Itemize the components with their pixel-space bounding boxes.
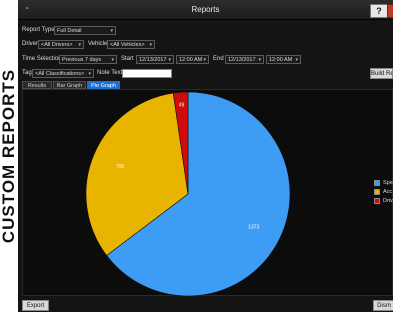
driver-value: <All Drivers> (41, 42, 73, 48)
chevron-down-icon: ▾ (78, 42, 81, 48)
end-label: End (213, 56, 224, 62)
side-banner: CUSTOM REPORTS (0, 0, 18, 312)
start-label: Start (121, 56, 134, 62)
time-selection-select[interactable]: Previous 7 days ▾ (59, 55, 117, 64)
dismiss-button[interactable]: Dism (373, 300, 393, 311)
pie-value-label: 700 (116, 164, 125, 170)
build-report-button[interactable]: Build Re (370, 68, 393, 79)
pie-value-label: 49 (179, 102, 185, 108)
note-text-input[interactable] (122, 69, 172, 78)
time-selection-label: Time Selection (22, 56, 62, 62)
side-banner-text: CUSTOM REPORTS (0, 68, 18, 244)
tab-pie-graph[interactable]: Pie Graph (87, 81, 120, 89)
export-button[interactable]: Export (22, 300, 49, 311)
driver-label: Driver (22, 41, 38, 47)
note-text-label: Note Text (97, 70, 123, 76)
legend-label: Spe (383, 180, 393, 186)
end-time-value: 12:00 AM (269, 57, 293, 63)
legend-swatch (374, 198, 380, 204)
window-title: Reports (191, 5, 220, 14)
chevron-down-icon: ▾ (88, 71, 91, 77)
title-bar: ◔ Reports ? (18, 0, 393, 20)
driver-select[interactable]: <All Drivers> ▾ (38, 40, 84, 49)
report-type-value: Full Detail (57, 28, 82, 34)
pie-value-label: 1373 (248, 225, 259, 231)
end-time-select[interactable]: 12:00 AM ▾ (266, 55, 301, 64)
chevron-down-icon: ▾ (149, 42, 152, 48)
report-type-select[interactable]: Full Detail ▾ (54, 26, 116, 35)
start-date-value: 12/13/2017 (139, 57, 167, 63)
chevron-down-icon: ▾ (111, 57, 114, 63)
chevron-down-icon: ▾ (203, 57, 206, 63)
vehicle-value: <All Vehicles> (110, 42, 145, 48)
legend-label: Driv (383, 198, 393, 204)
tag-value: <All Classifications> (35, 71, 85, 77)
report-type-label: Report Type (22, 27, 55, 33)
end-date-value: 12/13/2017 (228, 57, 256, 63)
vehicle-label: Vehicle (88, 41, 108, 47)
tag-label: Tag (22, 70, 32, 76)
tab-bar-graph[interactable]: Bar Graph (53, 81, 86, 89)
chevron-down-icon: ▾ (110, 28, 113, 34)
tab-results[interactable]: Results (22, 81, 52, 89)
start-date-select[interactable]: 12/13/2017 ▾ (136, 55, 174, 64)
chevron-down-icon: ▾ (168, 57, 171, 63)
close-button[interactable] (387, 4, 393, 18)
start-time-value: 12:00 AM (179, 57, 203, 63)
legend-swatch (374, 189, 380, 195)
reports-window: ◔ Reports ? Report Type Full Detail ▾ Dr… (18, 0, 393, 312)
pie-chart: 1373 700 49 (85, 91, 291, 297)
legend-swatch (374, 180, 380, 186)
start-time-select[interactable]: 12:00 AM ▾ (176, 55, 209, 64)
legend-label: Acc (383, 189, 393, 195)
chevron-down-icon: ▾ (295, 57, 298, 63)
tag-select[interactable]: <All Classifications> ▾ (32, 69, 94, 78)
chevron-down-icon: ▾ (258, 57, 261, 63)
time-selection-value: Previous 7 days (62, 57, 102, 63)
vehicle-select[interactable]: <All Vehicles> ▾ (107, 40, 155, 49)
end-date-select[interactable]: 12/13/2017 ▾ (225, 55, 264, 64)
help-button[interactable]: ? (370, 4, 388, 18)
